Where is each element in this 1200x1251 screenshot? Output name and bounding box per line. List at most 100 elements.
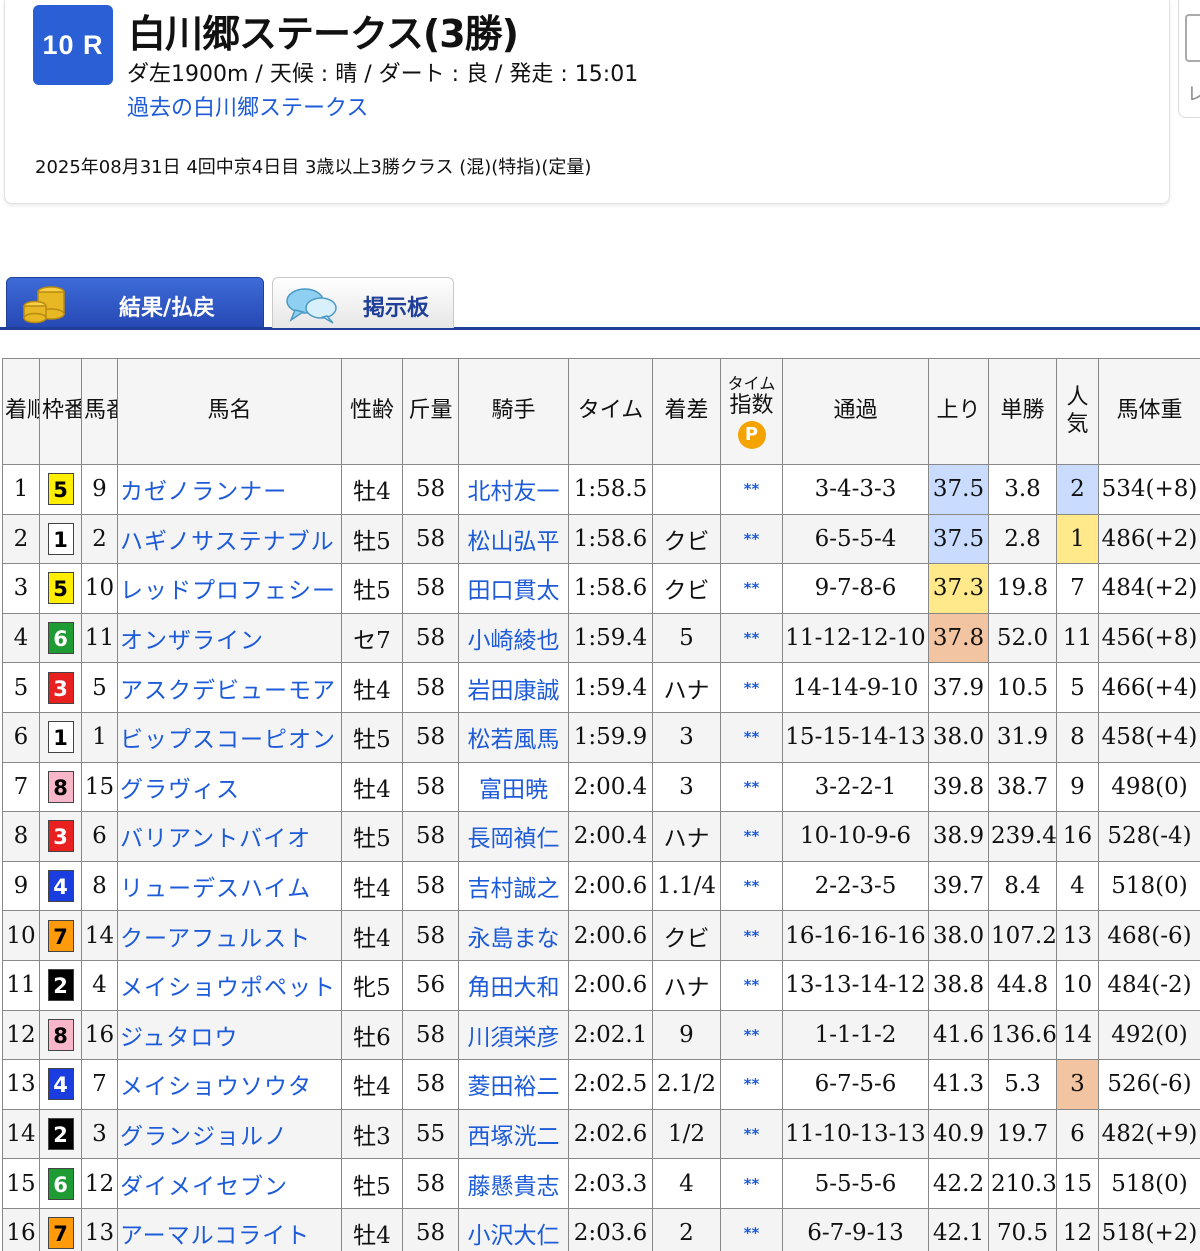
cell-rank: 2 <box>2 513 40 565</box>
cell-bodyweight: 498(0) <box>1098 761 1200 813</box>
table-header-row: 着順 枠番 馬番 馬名 性齢 斤量 騎手 タイム 着差 タイム 指数 P 通過 … <box>2 358 1200 465</box>
header-odds: 単勝 <box>988 358 1057 465</box>
tab-results[interactable]: 結果/払戻 <box>6 277 264 328</box>
cell-sexage: 牡4 <box>341 1059 403 1110</box>
cell-bodyweight: 486(+2) <box>1098 513 1200 565</box>
cell-horse-name[interactable]: アーマルコライト <box>117 1207 342 1251</box>
cell-time-index[interactable]: ** <box>720 513 783 565</box>
cell-time-index[interactable]: ** <box>720 761 783 813</box>
cell-time-index[interactable]: ** <box>720 464 783 515</box>
cell-num: 7 <box>81 1059 118 1110</box>
table-row: 8 3 6 バリアントバイオ 牡5 58 長岡禎仁 2:00.4 ハナ ** 10-10-9-6 38… <box>2 811 1200 862</box>
cell-frame: 4 <box>39 860 82 912</box>
cell-num: 10 <box>81 563 118 614</box>
cell-last3f: 42.1 <box>928 1207 989 1251</box>
cell-horse-name[interactable]: カゼノランナー <box>117 464 342 515</box>
cell-horse-name[interactable]: ダイメイセブン <box>117 1158 342 1209</box>
cell-weight: 58 <box>402 711 459 763</box>
cell-time-index[interactable]: ** <box>720 1158 783 1209</box>
cell-horse-name[interactable]: リューデスハイム <box>117 860 342 912</box>
cell-odds: 3.8 <box>988 464 1057 515</box>
cell-popularity: 12 <box>1056 1207 1099 1251</box>
cell-frame: 4 <box>39 1059 82 1110</box>
side-panel-card[interactable]: レ <box>1178 0 1200 118</box>
cell-time-index[interactable]: ** <box>720 662 783 713</box>
cell-sexage: 牡4 <box>341 860 403 912</box>
cell-jockey[interactable]: 岩田康誠 <box>458 662 569 713</box>
cell-jockey[interactable]: 角田大和 <box>458 959 569 1011</box>
cell-passing: 11-12-12-10 <box>782 612 929 664</box>
cell-frame: 6 <box>39 612 82 664</box>
table-row: 1 5 9 カゼノランナー 牡4 58 北村友一 1:58.5 ** 3-4-3-3 37.5 3.8… <box>2 464 1200 515</box>
cell-time-index[interactable]: ** <box>720 1207 783 1251</box>
table-row: 3 5 10 レッドプロフェシー 牡5 58 田口貫太 1:58.6 クビ ** 9-7-8-6 37… <box>2 563 1200 614</box>
cell-horse-name[interactable]: クーアフュルスト <box>117 910 342 961</box>
cell-horse-name[interactable]: ハギノサステナブル <box>117 513 342 565</box>
cell-num: 16 <box>81 1009 118 1061</box>
cell-weight: 58 <box>402 563 459 614</box>
cell-horse-name[interactable]: オンザライン <box>117 612 342 664</box>
cell-jockey[interactable]: 川須栄彦 <box>458 1009 569 1061</box>
cell-popularity: 14 <box>1056 1009 1099 1061</box>
frame-number-badge: 7 <box>47 919 74 952</box>
cell-jockey[interactable]: 小崎綾也 <box>458 612 569 664</box>
cell-jockey[interactable]: 長岡禎仁 <box>458 811 569 862</box>
cell-margin <box>652 464 721 515</box>
cell-jockey[interactable]: 永島まな <box>458 910 569 961</box>
cell-time-index[interactable]: ** <box>720 860 783 912</box>
cell-weight: 58 <box>402 464 459 515</box>
cell-last3f: 41.3 <box>928 1059 989 1110</box>
cell-jockey[interactable]: 藤懸貴志 <box>458 1158 569 1209</box>
cell-num: 5 <box>81 662 118 713</box>
past-races-link[interactable]: 過去の白川郷ステークス <box>127 90 368 122</box>
cell-jockey[interactable]: 富田暁 <box>458 761 569 813</box>
cell-odds: 5.3 <box>988 1059 1057 1110</box>
cell-jockey[interactable]: 西塚洸二 <box>458 1108 569 1160</box>
cell-time-index[interactable]: ** <box>720 563 783 614</box>
cell-time-index[interactable]: ** <box>720 959 783 1011</box>
cell-odds: 210.3 <box>988 1158 1057 1209</box>
cell-horse-name[interactable]: メイショウソウタ <box>117 1059 342 1110</box>
cell-time-index[interactable]: ** <box>720 910 783 961</box>
cell-odds: 2.8 <box>988 513 1057 565</box>
cell-jockey[interactable]: 松山弘平 <box>458 513 569 565</box>
cell-time: 2:02.6 <box>568 1108 653 1160</box>
cell-jockey[interactable]: 松若風馬 <box>458 711 569 763</box>
frame-number-badge: 4 <box>47 870 74 903</box>
cell-time-index[interactable]: ** <box>720 1059 783 1110</box>
cell-time: 1:58.5 <box>568 464 653 515</box>
cell-rank: 16 <box>2 1207 40 1251</box>
cell-horse-name[interactable]: ビップスコーピオン <box>117 711 342 763</box>
cell-popularity: 1 <box>1056 513 1099 565</box>
cell-frame: 5 <box>39 563 82 614</box>
premium-p-icon[interactable]: P <box>737 421 766 450</box>
cell-time-index[interactable]: ** <box>720 1108 783 1160</box>
cell-last3f: 37.9 <box>928 662 989 713</box>
cell-jockey[interactable]: 吉村誠之 <box>458 860 569 912</box>
cell-jockey[interactable]: 小沢大仁 <box>458 1207 569 1251</box>
header-index-bottom: 指数 <box>729 392 774 418</box>
cell-jockey[interactable]: 菱田裕二 <box>458 1059 569 1110</box>
cell-time-index[interactable]: ** <box>720 711 783 763</box>
cell-horse-name[interactable]: メイショウポペット <box>117 959 342 1011</box>
cell-jockey[interactable]: 田口貫太 <box>458 563 569 614</box>
tab-board[interactable]: 掲示板 <box>272 277 454 328</box>
cell-jockey[interactable]: 北村友一 <box>458 464 569 515</box>
cell-passing: 16-16-16-16 <box>782 910 929 961</box>
cell-margin: 2 <box>652 1207 721 1251</box>
cell-sexage: 牝5 <box>341 959 403 1011</box>
cell-horse-name[interactable]: グランジョルノ <box>117 1108 342 1160</box>
cell-time-index[interactable]: ** <box>720 811 783 862</box>
race-header-card: 10 R 白川郷ステークス(3勝) ダ左1900m / 天候 : 晴 / ダート… <box>4 0 1170 204</box>
cell-horse-name[interactable]: グラヴィス <box>117 761 342 813</box>
cell-horse-name[interactable]: ジュタロウ <box>117 1009 342 1061</box>
frame-number-badge: 7 <box>47 1217 74 1250</box>
cell-time: 2:00.6 <box>568 959 653 1011</box>
cell-horse-name[interactable]: アスクデビューモア <box>117 662 342 713</box>
cell-time-index[interactable]: ** <box>720 612 783 664</box>
cell-horse-name[interactable]: バリアントバイオ <box>117 811 342 862</box>
cell-num: 9 <box>81 464 118 515</box>
cell-weight: 58 <box>402 1158 459 1209</box>
cell-time-index[interactable]: ** <box>720 1009 783 1061</box>
cell-horse-name[interactable]: レッドプロフェシー <box>117 563 342 614</box>
